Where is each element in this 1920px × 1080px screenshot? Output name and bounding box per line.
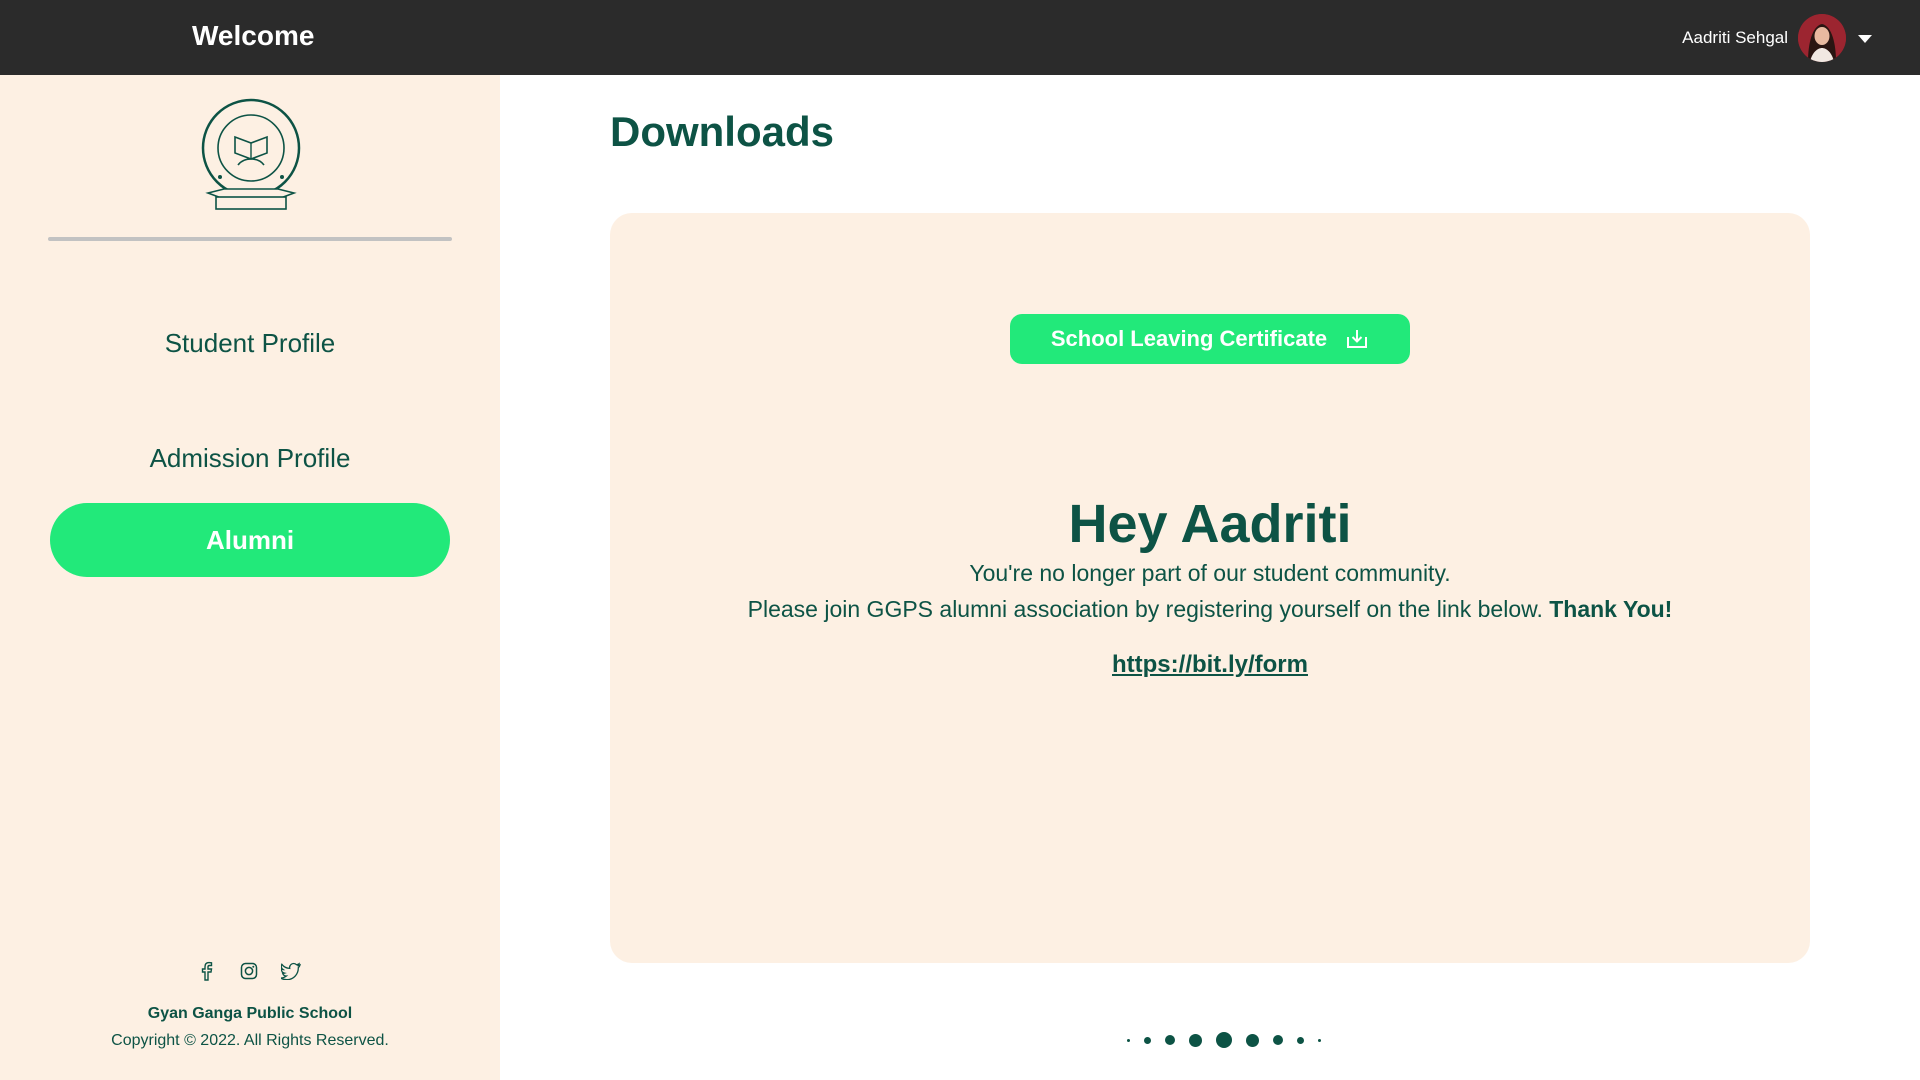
footer-school-name: Gyan Ganga Public School (147, 1005, 353, 1022)
top-bar: Welcome Aadriti Sehgal (0, 0, 1920, 75)
loading-dot (1246, 1033, 1259, 1047)
sidebar-item-student-profile[interactable]: Student Profile (50, 306, 450, 380)
user-name: Aadriti Sehgal (1682, 28, 1788, 47)
sidebar-divider (48, 237, 452, 241)
header-title: Welcome (192, 20, 315, 51)
loading-dot (1189, 1033, 1202, 1047)
page-title: Downloads (610, 108, 835, 155)
loading-dot (1144, 1036, 1151, 1044)
message-line-2-text: Please join GGPS alumni association by r… (747, 596, 1543, 622)
avatar[interactable] (1798, 14, 1846, 62)
message-thanks: Thank You! (1549, 596, 1673, 622)
school-logo (200, 97, 302, 211)
avatar-photo-icon (1798, 14, 1846, 62)
download-icon (1347, 330, 1368, 348)
user-menu[interactable]: Aadriti Sehgal (1682, 14, 1872, 62)
twitter-icon[interactable] (280, 960, 302, 982)
social-links (196, 960, 302, 982)
loading-dot (1297, 1036, 1304, 1044)
downloads-card: School Leaving Certificate Hey Aadriti Y… (610, 213, 1810, 963)
sidebar: Student Profile Admission Profile Alumni… (0, 75, 500, 1080)
message-line-1: You're no longer part of our student com… (969, 560, 1451, 586)
school-leaving-certificate-button[interactable]: School Leaving Certificate (1010, 314, 1410, 364)
alumni-form-link-row: https://bit.ly/form (610, 651, 1810, 679)
facebook-icon[interactable] (196, 960, 218, 982)
sidebar-item-admission-profile[interactable]: Admission Profile (50, 421, 450, 495)
loading-dot (1318, 1038, 1321, 1042)
sidebar-item-alumni[interactable]: Alumni (50, 503, 450, 577)
greeting-heading: Hey Aadriti (1068, 494, 1352, 554)
loading-dots-icon (1120, 1032, 1328, 1048)
footer-copyright: Copyright © 2022. All Rights Reserved. (111, 1032, 389, 1049)
certificate-button-label: School Leaving Certificate (1050, 326, 1328, 351)
loading-dot (1127, 1038, 1130, 1042)
alumni-form-link[interactable]: https://bit.ly/form (1112, 651, 1308, 678)
loading-dot (1165, 1035, 1175, 1045)
message-line-2: Please join GGPS alumni association by r… (610, 596, 1810, 623)
chevron-down-icon[interactable] (1858, 35, 1872, 43)
instagram-icon[interactable] (238, 960, 260, 982)
loading-dot (1216, 1032, 1232, 1048)
loading-dot (1273, 1035, 1283, 1045)
